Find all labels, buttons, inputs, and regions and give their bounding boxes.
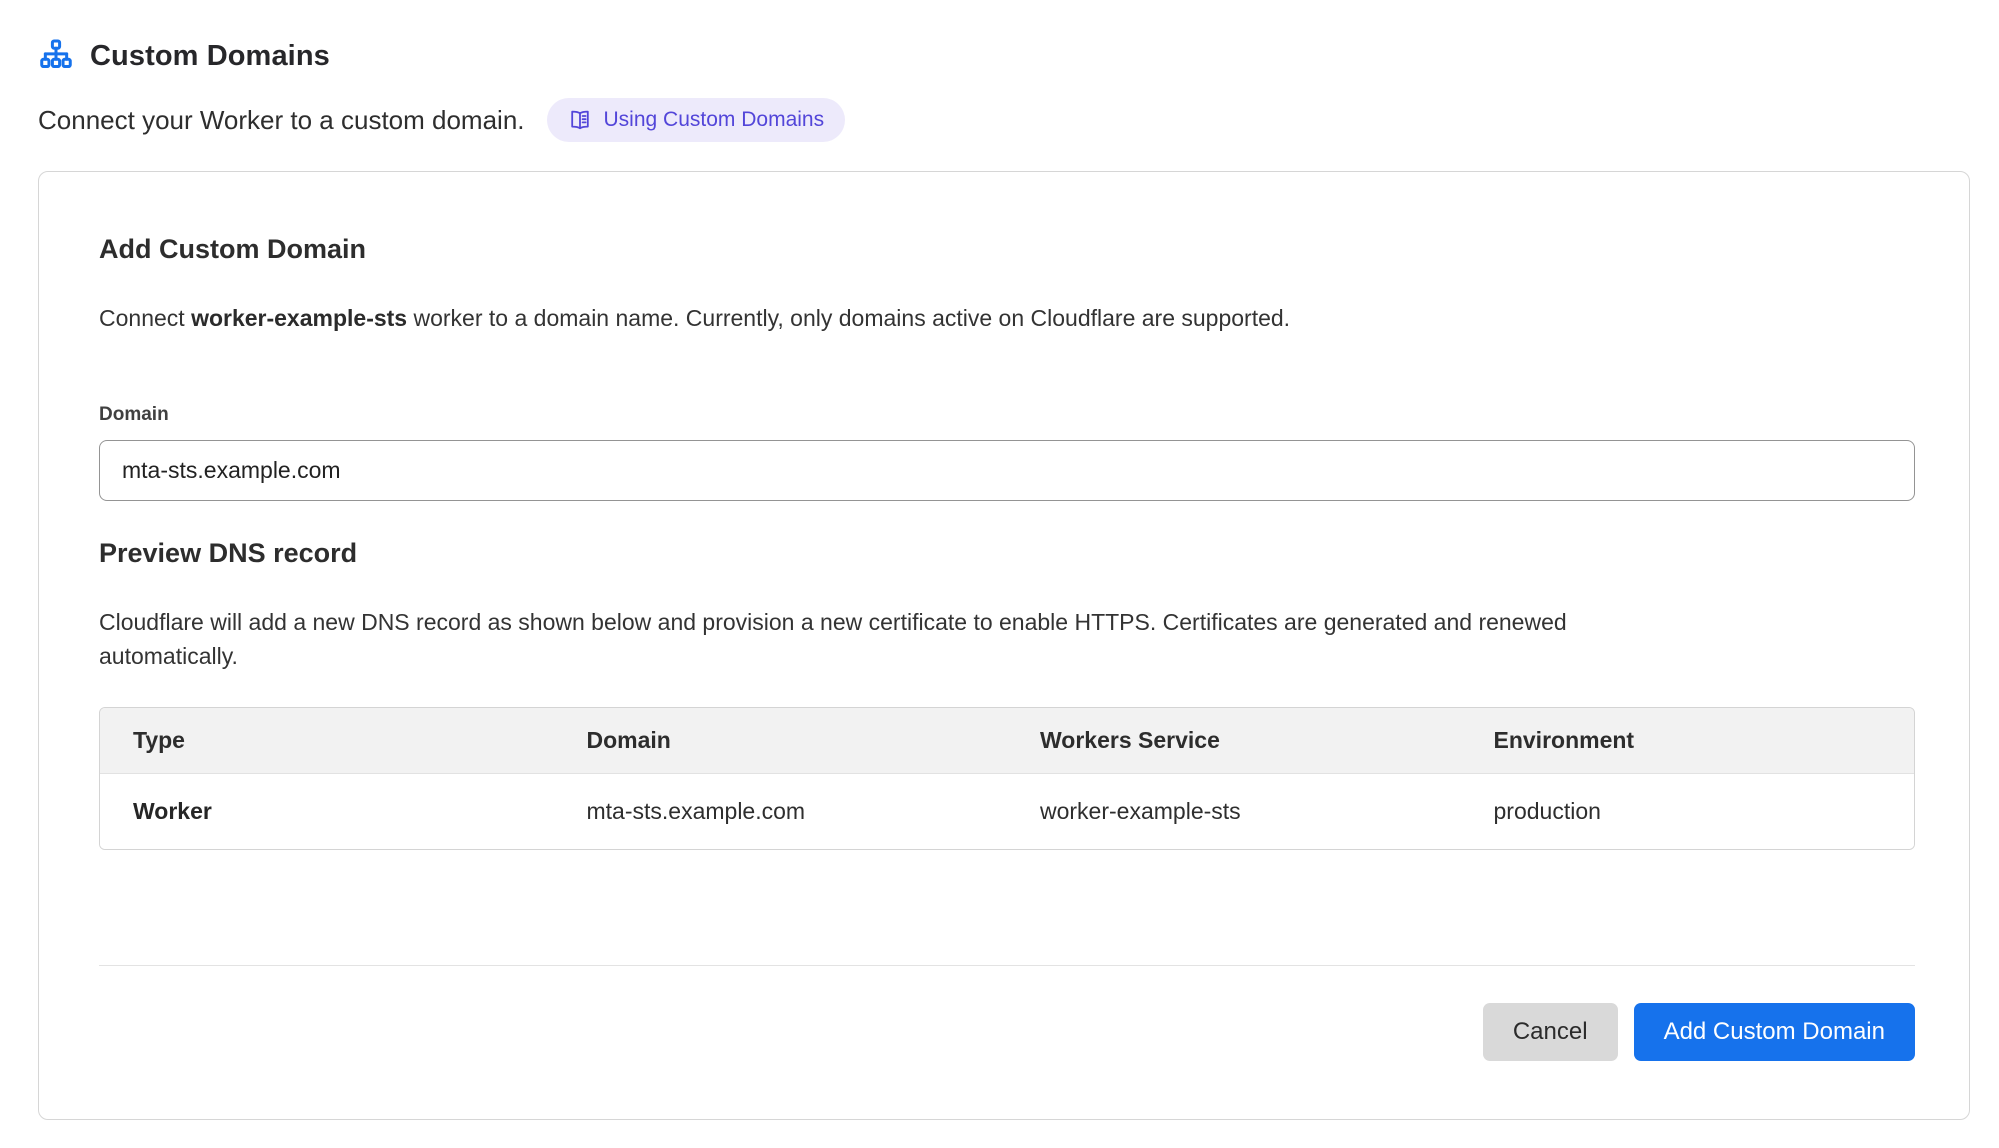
page-subtitle: Connect your Worker to a custom domain. <box>38 105 525 136</box>
add-custom-domain-card: Add Custom Domain Connect worker-example… <box>38 171 1970 1120</box>
page-header: Custom Domains <box>38 38 1999 74</box>
cell-environment: production <box>1461 774 1915 849</box>
book-open-icon <box>568 108 592 132</box>
domain-input[interactable] <box>99 440 1915 501</box>
intro-suffix: worker to a domain name. Currently, only… <box>407 305 1290 331</box>
table-row: Worker mta-sts.example.com worker-exampl… <box>100 774 1914 849</box>
table-header-row: Type Domain Workers Service Environment <box>100 708 1914 774</box>
dns-preview-table: Type Domain Workers Service Environment … <box>99 707 1915 850</box>
cancel-button[interactable]: Cancel <box>1483 1003 1618 1061</box>
sitemap-icon <box>38 38 74 74</box>
cell-type: Worker <box>100 774 554 849</box>
card-heading: Add Custom Domain <box>99 234 1915 265</box>
docs-link-badge[interactable]: Using Custom Domains <box>547 98 846 142</box>
cell-domain: mta-sts.example.com <box>554 774 1008 849</box>
worker-name: worker-example-sts <box>191 305 407 331</box>
column-header-environment: Environment <box>1461 708 1915 774</box>
preview-heading: Preview DNS record <box>99 538 1915 569</box>
cell-workers-service: worker-example-sts <box>1007 774 1461 849</box>
column-header-domain: Domain <box>554 708 1008 774</box>
column-header-workers-service: Workers Service <box>1007 708 1461 774</box>
footer-actions: Cancel Add Custom Domain <box>99 1003 1915 1061</box>
footer-divider <box>99 965 1915 966</box>
column-header-type: Type <box>100 708 554 774</box>
add-custom-domain-button[interactable]: Add Custom Domain <box>1634 1003 1915 1061</box>
page-title: Custom Domains <box>90 40 330 73</box>
docs-link-label: Using Custom Domains <box>604 108 825 132</box>
preview-description: Cloudflare will add a new DNS record as … <box>99 605 1599 673</box>
card-intro: Connect worker-example-sts worker to a d… <box>99 305 1915 332</box>
subtitle-row: Connect your Worker to a custom domain. … <box>38 98 1999 142</box>
domain-label: Domain <box>99 404 1915 426</box>
intro-prefix: Connect <box>99 305 191 331</box>
